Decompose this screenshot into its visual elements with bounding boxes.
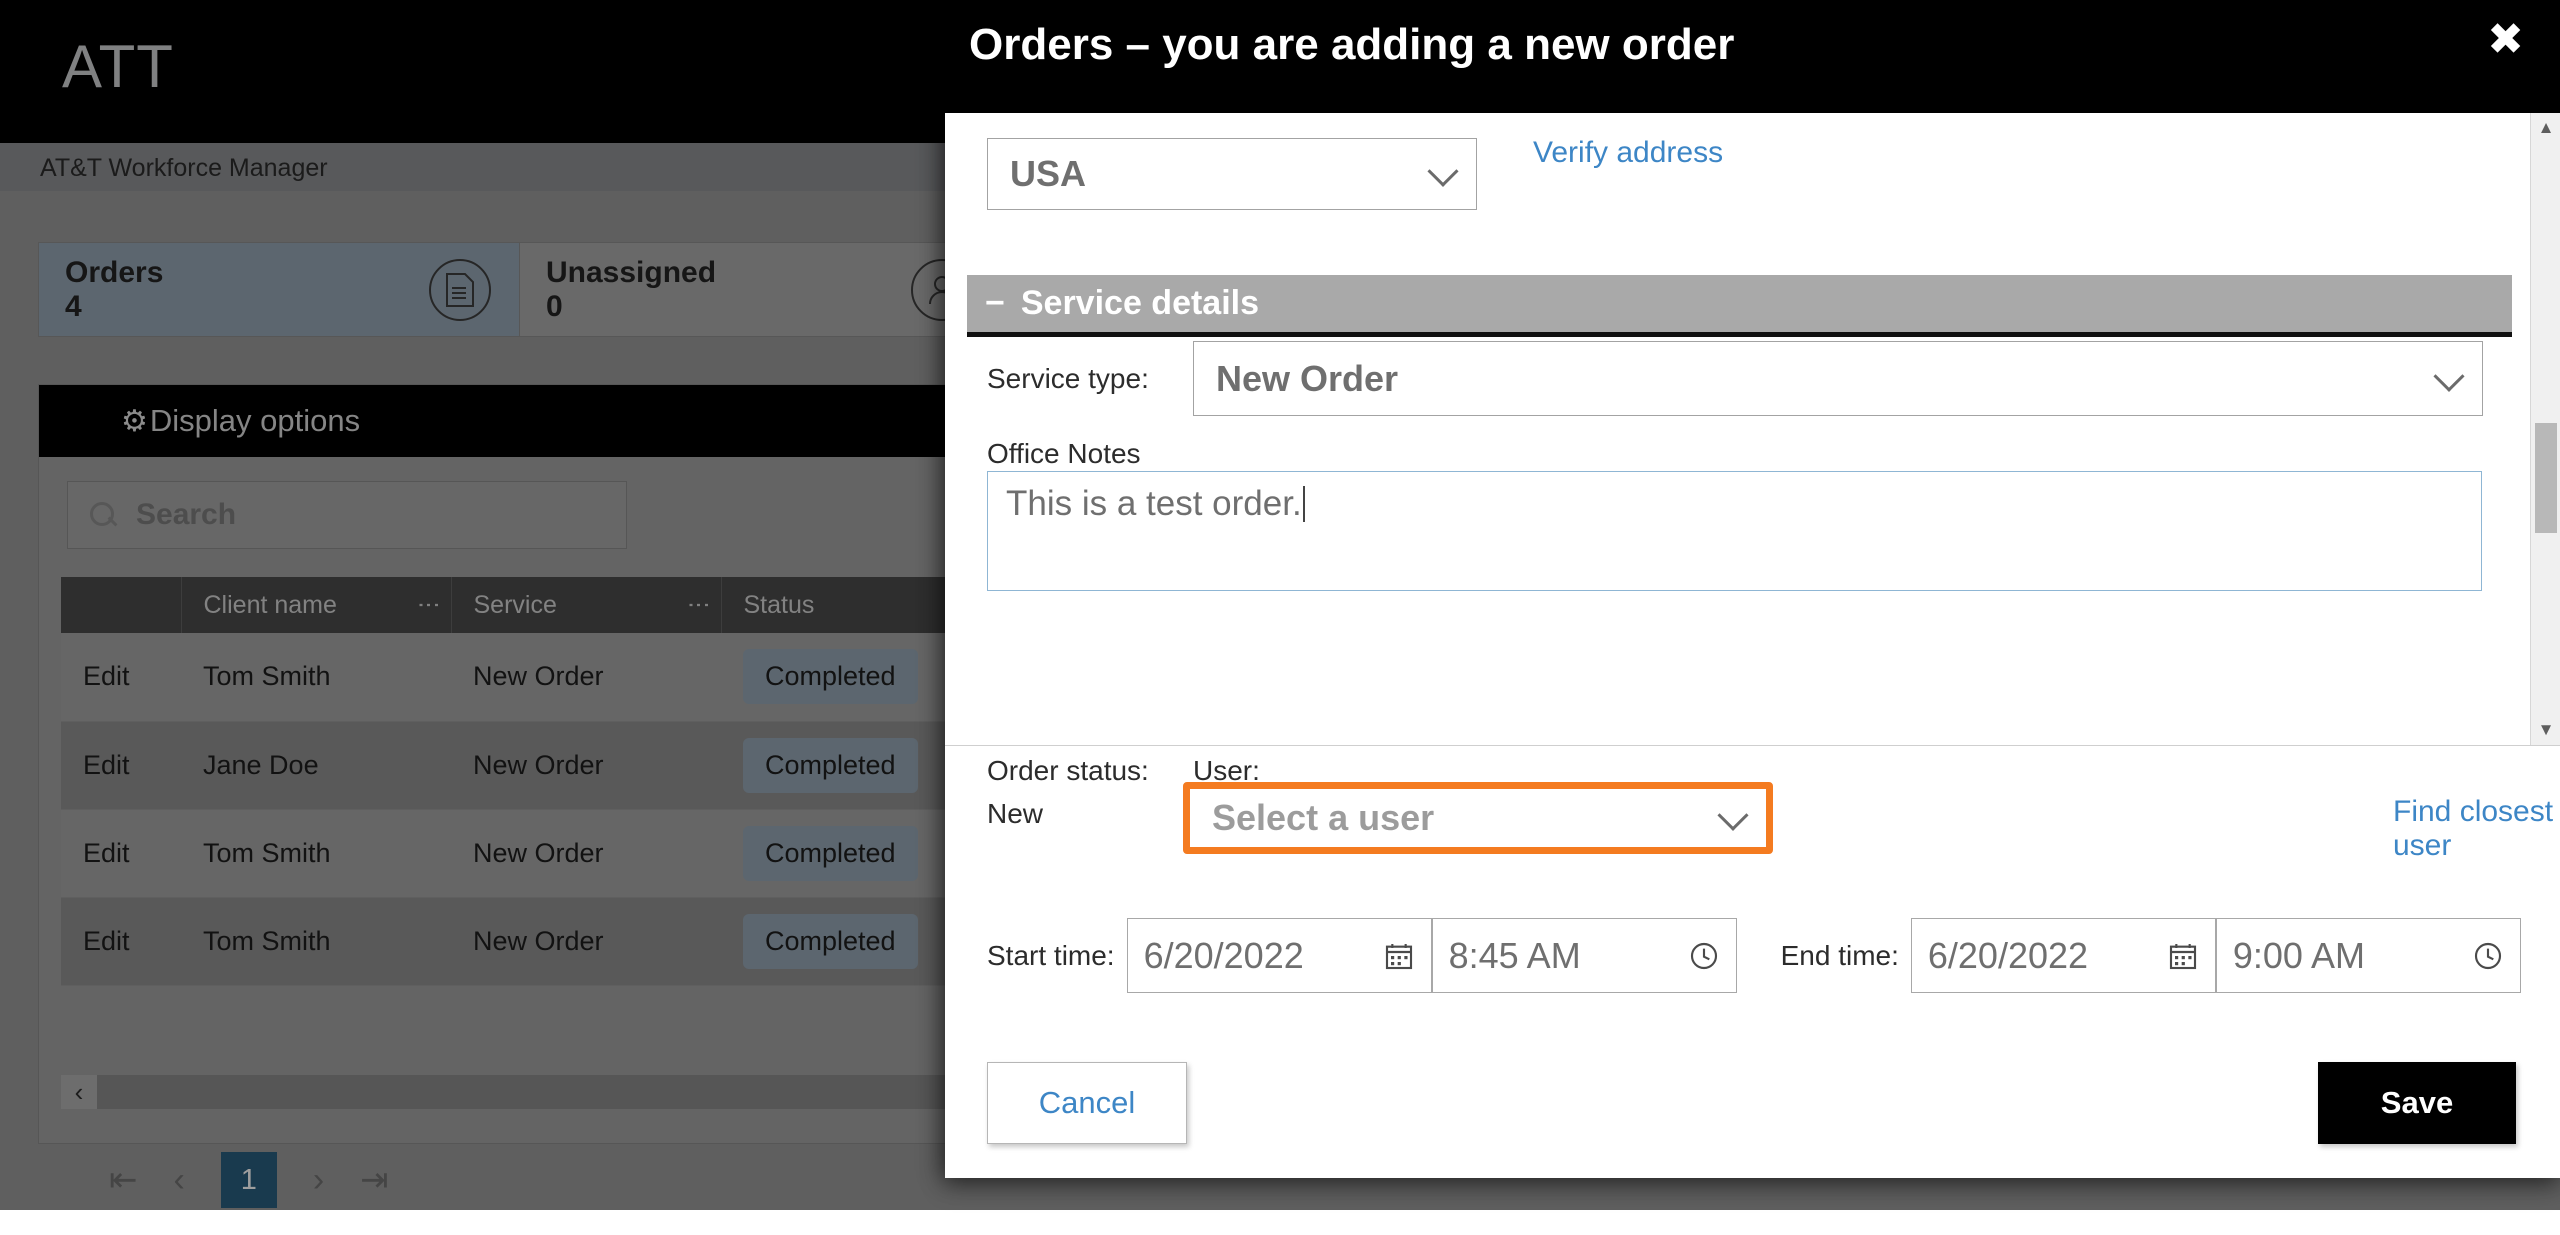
row-client-name: Tom Smith: [181, 633, 451, 721]
status-badge: Completed: [743, 738, 918, 793]
row-edit-link[interactable]: Edit: [61, 633, 181, 721]
close-icon[interactable]: ✖: [2487, 18, 2524, 62]
user-select[interactable]: Select a user: [1190, 789, 1766, 847]
status-badge: Completed: [743, 826, 918, 881]
row-client-name: Tom Smith: [181, 897, 451, 985]
table-col-status-label: Status: [744, 591, 815, 619]
column-menu-icon[interactable]: ⋮: [689, 594, 709, 617]
page-number-1[interactable]: 1: [221, 1152, 277, 1208]
country-value: USA: [1010, 153, 1086, 195]
calendar-icon[interactable]: [1383, 940, 1415, 972]
row-client-name: Tom Smith: [181, 809, 451, 897]
order-status-label: Order status:: [987, 755, 1149, 787]
office-notes-textarea[interactable]: This is a test order.: [987, 471, 2482, 591]
search-placeholder: Search: [136, 498, 236, 532]
row-service: New Order: [451, 897, 721, 985]
table-col-service-label: Service: [474, 591, 557, 619]
row-edit-link[interactable]: Edit: [61, 721, 181, 809]
status-badge: Completed: [743, 914, 918, 969]
brand-logo: ATT: [62, 32, 174, 101]
scroll-down-icon[interactable]: ▼: [2531, 715, 2560, 745]
first-page-icon[interactable]: ⇤: [109, 1160, 138, 1200]
chevron-down-icon: [1427, 156, 1458, 187]
start-time-label: Start time:: [987, 940, 1115, 972]
row-service: New Order: [451, 809, 721, 897]
row-service: New Order: [451, 721, 721, 809]
user-select-highlight: Select a user: [1183, 782, 1773, 854]
service-type-label: Service type:: [987, 363, 1149, 395]
app-name-label: AT&T Workforce Manager: [40, 154, 328, 183]
clock-icon[interactable]: [2472, 940, 2504, 972]
kpi-orders-value: 4: [65, 290, 163, 324]
row-edit-link[interactable]: Edit: [61, 809, 181, 897]
modal-title: Orders – you are adding a new order: [969, 20, 1734, 70]
start-time-input[interactable]: 8:45 AM: [1432, 918, 1737, 993]
search-input[interactable]: Search: [67, 481, 627, 549]
chevron-down-icon: [1717, 800, 1748, 831]
table-col-service[interactable]: Service ⋮: [451, 577, 721, 633]
clock-icon[interactable]: [1688, 940, 1720, 972]
text-cursor: [1303, 486, 1305, 522]
end-time-label: End time:: [1781, 940, 1899, 972]
kpi-tile-unassigned[interactable]: Unassigned 0: [520, 242, 1002, 337]
kpi-unassigned-title: Unassigned: [546, 256, 716, 290]
next-page-icon[interactable]: ›: [313, 1161, 324, 1200]
row-edit-link[interactable]: Edit: [61, 897, 181, 985]
row-client-name: Jane Doe: [181, 721, 451, 809]
scroll-up-icon[interactable]: ▲: [2531, 113, 2560, 143]
service-details-section-header[interactable]: − Service details: [967, 275, 2512, 337]
end-time-value: 9:00 AM: [2233, 935, 2365, 977]
cancel-button[interactable]: Cancel: [987, 1062, 1187, 1144]
service-type-value: New Order: [1216, 358, 1398, 400]
table-col-client-name[interactable]: Client name ⋮: [181, 577, 451, 633]
office-notes-value: This is a test order.: [1006, 484, 2481, 524]
row-service: New Order: [451, 633, 721, 721]
divider: [945, 745, 2560, 746]
service-details-title: Service details: [1021, 284, 1259, 323]
modal-scroll-region: USA Verify address − Service details Ser…: [945, 113, 2560, 745]
save-button[interactable]: Save: [2318, 1062, 2516, 1144]
find-closest-user-link[interactable]: Find closest user: [2393, 795, 2560, 863]
kpi-tile-orders[interactable]: Orders 4: [38, 242, 520, 337]
modal-scrollbar[interactable]: ▲ ▼: [2530, 113, 2560, 745]
verify-address-link[interactable]: Verify address: [1533, 136, 1723, 170]
modal-header: Orders – you are adding a new order ✖: [945, 0, 2560, 113]
status-badge: Completed: [743, 649, 918, 704]
collapse-icon[interactable]: −: [985, 284, 1005, 323]
table-col-edit[interactable]: [61, 577, 181, 633]
country-select[interactable]: USA: [987, 138, 1477, 210]
display-options-label: Display options: [150, 403, 360, 439]
end-date-input[interactable]: 6/20/2022: [1911, 918, 2216, 993]
gear-icon: ⚙: [121, 404, 148, 439]
end-time-input[interactable]: 9:00 AM: [2216, 918, 2521, 993]
service-type-select[interactable]: New Order: [1193, 341, 2483, 416]
table-col-client-name-label: Client name: [204, 591, 337, 619]
order-status-value: New: [987, 798, 1043, 830]
chevron-down-icon: [2433, 360, 2464, 391]
scroll-left-icon[interactable]: ‹: [61, 1075, 97, 1109]
start-date-input[interactable]: 6/20/2022: [1127, 918, 1432, 993]
scrollbar-thumb[interactable]: [2535, 423, 2557, 533]
prev-page-icon[interactable]: ‹: [174, 1161, 185, 1200]
user-select-value: Select a user: [1212, 797, 1434, 839]
start-time-value: 8:45 AM: [1449, 935, 1581, 977]
start-date-value: 6/20/2022: [1144, 935, 1304, 977]
kpi-unassigned-value: 0: [546, 290, 716, 324]
end-date-value: 6/20/2022: [1928, 935, 2088, 977]
last-page-icon[interactable]: ⇥: [360, 1160, 389, 1200]
kpi-orders-title: Orders: [65, 256, 163, 290]
office-notes-text: This is a test order.: [1006, 484, 1302, 523]
office-notes-label: Office Notes: [987, 438, 1141, 470]
search-icon: [88, 500, 118, 530]
time-row: Start time: 6/20/2022 8:45 AM: [987, 918, 2521, 993]
calendar-icon[interactable]: [2167, 940, 2199, 972]
document-icon: [429, 259, 491, 321]
add-order-modal: Orders – you are adding a new order ✖ US…: [945, 0, 2560, 1178]
country-row: USA: [987, 138, 1477, 210]
column-menu-icon[interactable]: ⋮: [419, 594, 439, 617]
